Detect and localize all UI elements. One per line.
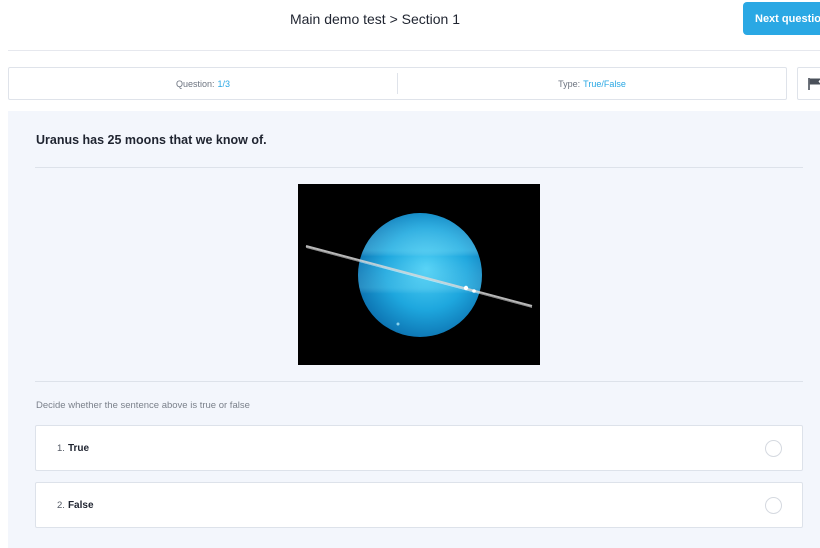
question-divider: [35, 167, 803, 168]
option-label: True: [67, 442, 90, 454]
header: Main demo test > Section 1 Next question: [0, 0, 820, 40]
option-number: 1.: [57, 442, 65, 454]
radio-button[interactable]: [765, 440, 782, 457]
next-question-button[interactable]: Next question: [743, 2, 820, 35]
question-counter: Question: 1/3: [9, 68, 397, 99]
question-counter-label: Question:: [175, 78, 215, 89]
radio-button[interactable]: [765, 497, 782, 514]
question-type-value: True/False: [583, 78, 626, 89]
image-divider: [35, 381, 803, 382]
question-counter-value: 1/3: [217, 78, 231, 89]
question-panel: Uranus has 25 moons that we know of. Dec…: [8, 111, 820, 548]
option-label: False: [67, 499, 94, 511]
question-type-label: Type:: [558, 78, 581, 89]
question-type: Type: True/False: [398, 68, 786, 99]
uranus-image: [298, 184, 540, 365]
instruction-text: Decide whether the sentence above is tru…: [36, 400, 250, 411]
option-number: 2.: [57, 499, 65, 511]
question-text: Uranus has 25 moons that we know of.: [36, 133, 267, 147]
header-divider: [8, 50, 820, 51]
question-info-bar: Question: 1/3 Type: True/False: [8, 67, 787, 100]
answer-option-false[interactable]: 2. False: [35, 482, 803, 528]
page-title: Main demo test > Section 1: [289, 11, 461, 27]
flag-icon: [808, 77, 820, 90]
flag-button[interactable]: [797, 67, 820, 100]
answer-option-true[interactable]: 1. True: [35, 425, 803, 471]
